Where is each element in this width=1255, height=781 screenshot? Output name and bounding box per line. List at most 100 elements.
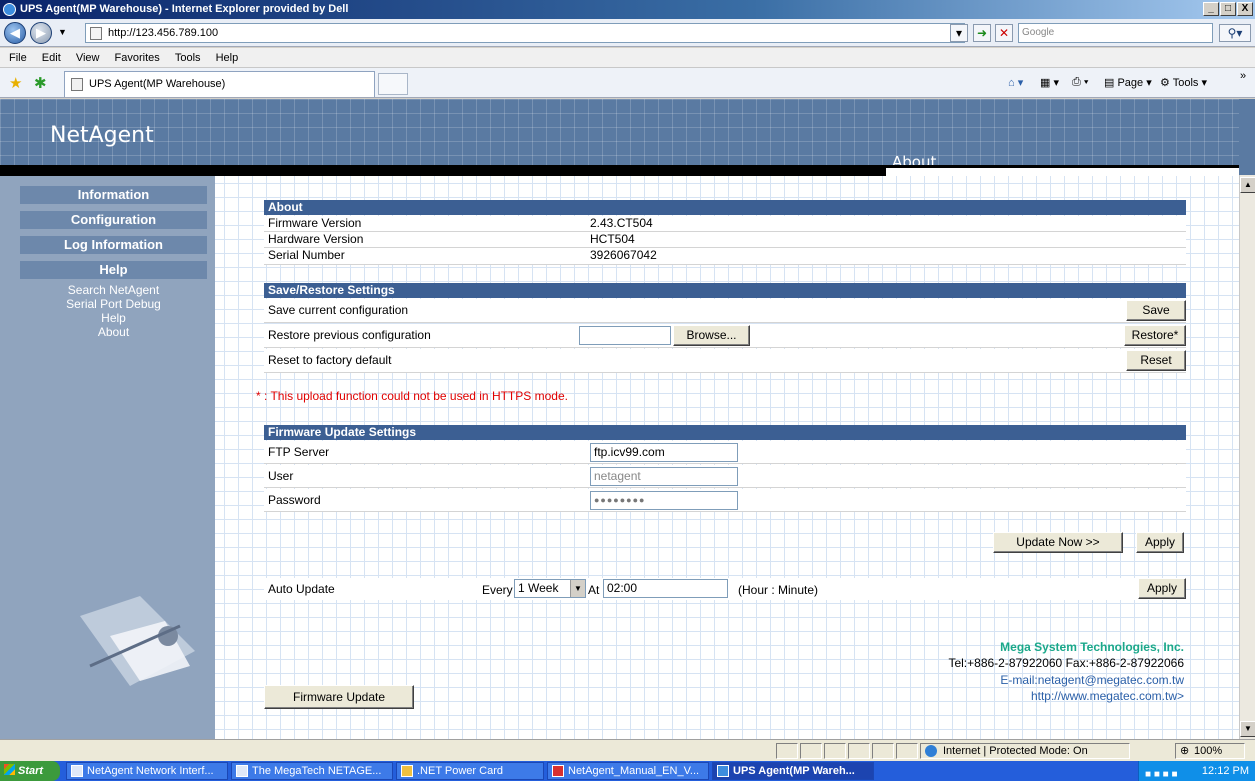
netagent-logo: NetAgent: [50, 123, 154, 148]
ftp-server-input[interactable]: ftp.icv99.com: [590, 443, 738, 462]
at-label: At: [588, 583, 600, 597]
menu-edit[interactable]: Edit: [42, 52, 61, 64]
sidebar-item-information[interactable]: Information: [20, 186, 207, 204]
internet-explorer-icon: [717, 765, 729, 777]
page-icon: [71, 78, 83, 91]
status-cell: [824, 743, 846, 759]
taskbar-item-netagent-network[interactable]: NetAgent Network Interf...: [66, 762, 228, 780]
about-row-serial: Serial Number 3926067042: [264, 248, 1186, 265]
firmware-apply-button[interactable]: Apply: [1136, 532, 1184, 553]
minimize-button[interactable]: _: [1203, 2, 1219, 16]
search-button[interactable]: ⚲▾: [1219, 24, 1251, 42]
every-label: Every: [482, 583, 513, 597]
scroll-up-icon[interactable]: ▲: [1240, 177, 1255, 193]
update-interval-select[interactable]: 1 Week ▼: [514, 579, 586, 598]
tools-menu[interactable]: ⚙ Tools ▾: [1160, 76, 1207, 89]
scrollbar-header-area: [1239, 99, 1255, 175]
update-time-input[interactable]: 02:00: [603, 579, 728, 598]
print-icon[interactable]: ⎙ ▾: [1072, 76, 1088, 89]
stop-button[interactable]: ✕: [995, 24, 1013, 42]
sidebar-item-configuration[interactable]: Configuration: [20, 211, 207, 229]
vertical-scrollbar[interactable]: ▲ ▼: [1239, 175, 1255, 739]
user-input[interactable]: netagent: [590, 467, 738, 486]
restore-file-input[interactable]: [579, 326, 671, 345]
sidebar-link-help[interactable]: Help: [20, 311, 207, 325]
close-button[interactable]: X: [1237, 2, 1253, 16]
menu-tools[interactable]: Tools: [175, 52, 201, 64]
tab-ups-agent[interactable]: UPS Agent(MP Warehouse): [64, 71, 375, 97]
window-title-bar[interactable]: UPS Agent(MP Warehouse) - Internet Explo…: [0, 0, 1255, 19]
auto-update-apply-button[interactable]: Apply: [1138, 578, 1186, 599]
taskbar-item-label: NetAgent Network Interf...: [87, 765, 214, 777]
ftp-server-row: FTP Server ftp.icv99.com: [264, 441, 1186, 464]
firmware-update-button[interactable]: Firmware Update: [264, 685, 414, 709]
url-input[interactable]: http://123.456.789.100: [85, 23, 965, 43]
favorites-star-icon[interactable]: ★: [9, 74, 22, 92]
scroll-down-icon[interactable]: ▼: [1240, 721, 1255, 737]
restore-button[interactable]: □: [1220, 2, 1236, 16]
zoom-level-text: 100%: [1194, 745, 1223, 757]
taskbar-item-ups-agent[interactable]: UPS Agent(MP Wareh...: [712, 762, 874, 780]
tools-menu-label: Tools: [1172, 77, 1199, 89]
address-bar: ◀ ▶ ▼ http://123.456.789.100 ▾ ➜ ✕ Googl…: [0, 19, 1255, 47]
search-input[interactable]: Google: [1018, 23, 1213, 43]
go-button[interactable]: ➜: [973, 24, 991, 42]
taskbar-item-label: NetAgent_Manual_EN_V...: [568, 765, 700, 777]
security-zone[interactable]: Internet | Protected Mode: On: [920, 743, 1130, 759]
save-row: Save current configuration Save: [264, 299, 1186, 323]
zoom-level[interactable]: ⊕ 100%: [1175, 743, 1245, 759]
more-chevron-icon[interactable]: »: [1240, 70, 1246, 82]
sidebar-link-search-netagent[interactable]: Search NetAgent: [20, 283, 207, 297]
company-website-link[interactable]: http://www.megatec.com.tw>: [1031, 689, 1184, 703]
home-icon[interactable]: ⌂ ▾: [1008, 76, 1023, 89]
menu-favorites[interactable]: Favorites: [115, 52, 160, 64]
new-tab-button[interactable]: [378, 73, 408, 95]
taskbar-item-netagent-manual[interactable]: NetAgent_Manual_EN_V...: [547, 762, 709, 780]
sidebar-link-about[interactable]: About: [20, 325, 207, 339]
update-now-button[interactable]: Update Now >>: [993, 532, 1123, 553]
menu-help[interactable]: Help: [216, 52, 239, 64]
restore-config-label: Restore previous configuration: [268, 328, 431, 342]
restore-button[interactable]: Restore*: [1124, 325, 1186, 346]
taskbar-item-net-power-card[interactable]: .NET Power Card: [396, 762, 544, 780]
history-dropdown-icon[interactable]: ▼: [58, 27, 67, 37]
sidebar-link-serial-port-debug[interactable]: Serial Port Debug: [20, 297, 207, 311]
web-page: NetAgent About Information Configuration…: [0, 99, 1239, 739]
url-dropdown-button[interactable]: ▾: [950, 24, 968, 42]
user-row: User netagent: [264, 465, 1186, 488]
add-favorite-icon[interactable]: ✱: [34, 74, 47, 92]
restore-row: Restore previous configuration Browse...…: [264, 324, 1186, 348]
status-cell: [776, 743, 798, 759]
reset-button[interactable]: Reset: [1126, 350, 1186, 371]
back-button[interactable]: ◀: [4, 22, 26, 44]
start-button[interactable]: Start: [0, 761, 60, 781]
update-interval-value: 1 Week: [518, 581, 559, 595]
menu-file[interactable]: File: [9, 52, 27, 64]
chevron-down-icon: ▼: [570, 580, 585, 597]
sidebar: Information Configuration Log Informatio…: [0, 176, 215, 739]
forward-button[interactable]: ▶: [30, 22, 52, 44]
tab-bar: ★ ✱ UPS Agent(MP Warehouse) ⌂ ▾ ▦ ▾ ⎙ ▾ …: [0, 68, 1255, 98]
menu-bar: File Edit View Favorites Tools Help: [0, 48, 1255, 68]
password-input[interactable]: ●●●●●●●●: [590, 491, 738, 510]
browse-button[interactable]: Browse...: [673, 325, 750, 346]
taskbar-item-megatech[interactable]: The MegaTech NETAGE...: [231, 762, 393, 780]
sidebar-item-help[interactable]: Help: [20, 261, 207, 279]
company-email-link[interactable]: E-mail:netagent@megatec.com.tw: [1000, 673, 1184, 687]
tray-icons[interactable]: ■ ■ ■ ■: [1145, 765, 1178, 781]
reset-factory-label: Reset to factory default: [268, 353, 392, 367]
about-section-header: About: [264, 200, 1186, 215]
sidebar-item-log-information[interactable]: Log Information: [20, 236, 207, 254]
firmware-update-section-header: Firmware Update Settings: [264, 425, 1186, 440]
clock[interactable]: 12:12 PM: [1202, 761, 1249, 781]
taskbar: Start NetAgent Network Interf... The Meg…: [0, 761, 1255, 781]
save-restore-section-header: Save/Restore Settings: [264, 283, 1186, 298]
auto-update-row: Auto Update Every 1 Week ▼ At 02:00 (Hou…: [264, 578, 1186, 600]
page-menu[interactable]: ▤ Page ▾: [1104, 76, 1152, 89]
save-button[interactable]: Save: [1126, 300, 1186, 321]
windows-logo-icon: [4, 764, 15, 775]
header-banner: NetAgent About: [0, 99, 1239, 171]
firmware-version-value: 2.43.CT504: [590, 216, 653, 230]
feeds-icon[interactable]: ▦ ▾: [1040, 76, 1059, 89]
menu-view[interactable]: View: [76, 52, 100, 64]
